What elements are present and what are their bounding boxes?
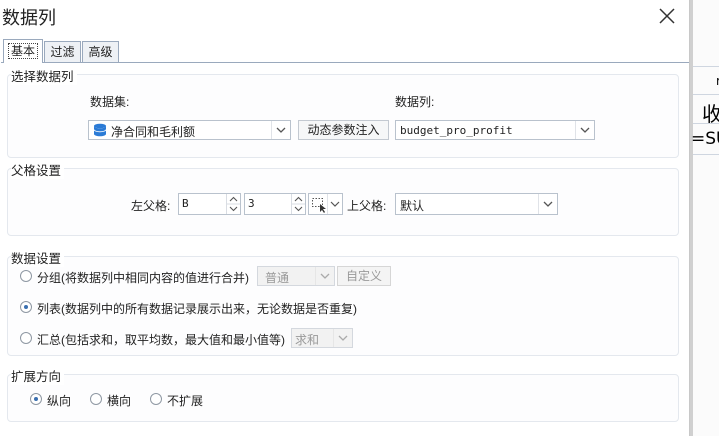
section-title: 父格设置: [11, 160, 65, 179]
close-icon[interactable]: [657, 6, 677, 26]
section-title: 扩展方向: [11, 366, 65, 385]
left-parent-column-value: B: [182, 197, 189, 210]
tab-label: 高级: [88, 45, 113, 59]
spinner-arrows[interactable]: [226, 194, 240, 214]
left-parent-column-spinner[interactable]: B: [178, 193, 241, 215]
chevron-down-icon[interactable]: [333, 329, 352, 347]
no-expand-radio[interactable]: [150, 393, 162, 405]
dataset-select[interactable]: 净合同和毛利额: [88, 120, 291, 140]
list-radio[interactable]: [20, 301, 32, 313]
dataset-value: 净合同和毛利额: [111, 125, 196, 139]
list-option-label[interactable]: 列表(数据列中的所有数据记录展示出来，无论数据是否重复): [37, 300, 357, 317]
cell-select-icon: [312, 198, 326, 213]
chevron-down-icon[interactable]: [538, 194, 557, 214]
chevron-down-icon[interactable]: [575, 121, 594, 139]
upper-parent-label: 上父格:: [347, 199, 387, 213]
cell-picker-button[interactable]: [308, 193, 343, 215]
dialog-title: 数据列: [2, 8, 56, 28]
chevron-down-icon[interactable]: [315, 267, 334, 285]
left-parent-row-spinner[interactable]: 3: [244, 193, 306, 215]
left-parent-row-value: 3: [248, 197, 255, 210]
summary-function-select[interactable]: 求和: [291, 328, 353, 348]
group-mode-select[interactable]: 普通: [257, 266, 335, 286]
group-radio[interactable]: [20, 270, 32, 282]
column-label: 数据列:: [395, 95, 435, 109]
expand-horizontal-label[interactable]: 横向: [107, 392, 131, 409]
data-column-dialog: 数据列 基本 过滤 高级 选择数据列 数据集: 净合同和毛利额 动态参数注入 数…: [0, 0, 689, 436]
summary-radio[interactable]: [20, 332, 32, 344]
sheet-cell-formula: =SU: [691, 129, 719, 149]
group-mode-value: 普通: [265, 271, 290, 285]
parent-cell-group: [7, 168, 679, 236]
expand-vertical-label[interactable]: 纵向: [47, 392, 71, 409]
summary-function-value: 求和: [295, 333, 320, 347]
tab-advanced[interactable]: 高级: [82, 41, 119, 62]
left-parent-label: 左父格:: [131, 199, 171, 213]
expand-vertical-radio[interactable]: [30, 393, 42, 405]
chevron-down-icon[interactable]: [327, 194, 342, 214]
no-expand-label[interactable]: 不扩展: [167, 392, 203, 409]
expand-horizontal-radio[interactable]: [90, 393, 102, 405]
sheet-gridline: [693, 66, 719, 67]
database-icon: [93, 123, 107, 137]
upper-parent-select[interactable]: 默认: [395, 193, 558, 215]
spinner-arrows[interactable]: [291, 194, 305, 214]
section-title: 选择数据列: [11, 66, 77, 85]
custom-button[interactable]: 自定义: [337, 266, 391, 286]
summary-option-label[interactable]: 汇总(包括求和，取平均数，最大值和最小值等): [37, 331, 285, 348]
tab-label: 过滤: [50, 45, 75, 59]
sheet-cell-text: 收: [702, 98, 719, 127]
tab-strip-border: [1, 62, 689, 63]
upper-parent-value: 默认: [400, 199, 425, 213]
chevron-down-icon[interactable]: [271, 121, 290, 139]
tab-basic[interactable]: 基本: [3, 39, 43, 63]
column-select[interactable]: budget_pro_profit: [395, 120, 595, 140]
select-column-group: [7, 74, 679, 158]
tab-filter[interactable]: 过滤: [44, 41, 81, 62]
sheet-gridline: [693, 94, 719, 95]
column-value: budget_pro_profit: [400, 124, 513, 137]
dataset-label: 数据集:: [90, 95, 130, 109]
sheet-gridline: [693, 154, 719, 155]
group-option-label[interactable]: 分组(将数据列中相同内容的值进行合并): [37, 269, 249, 286]
dynamic-param-button[interactable]: 动态参数注入: [298, 120, 389, 140]
section-title: 数据设置: [11, 248, 65, 267]
tab-label: 基本: [7, 43, 38, 59]
background-spreadsheet: r 收 =SU: [689, 0, 719, 436]
